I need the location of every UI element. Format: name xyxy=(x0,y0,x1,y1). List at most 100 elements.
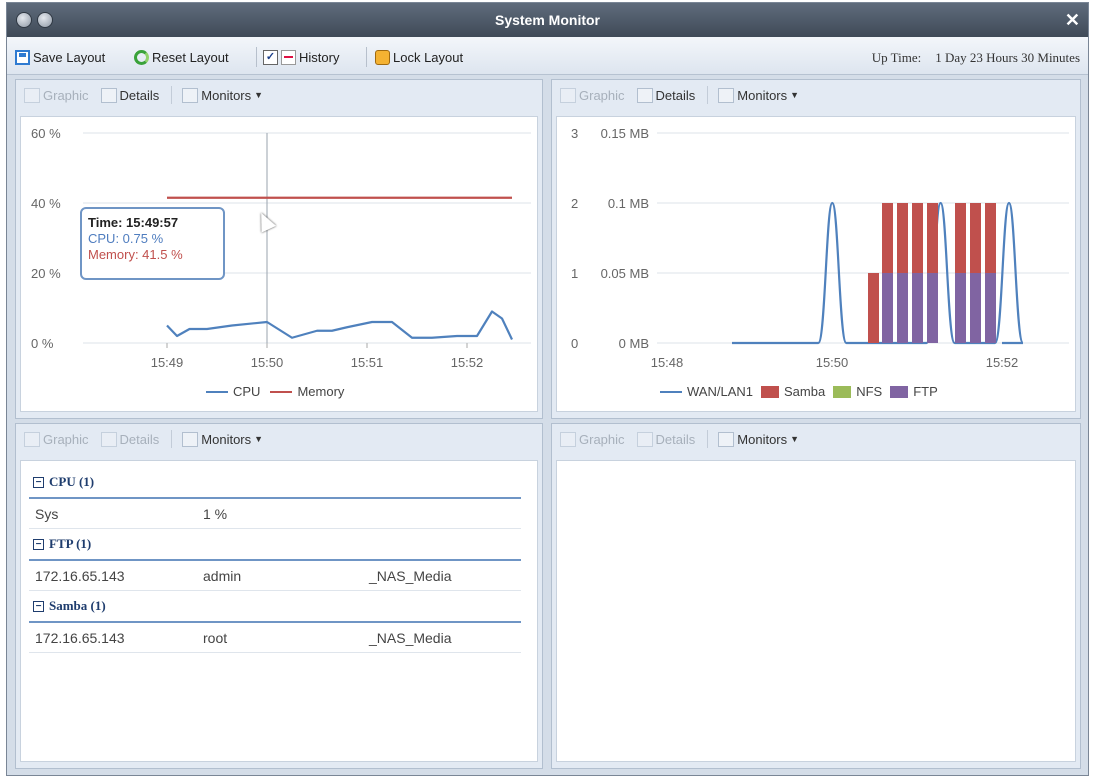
bar-samba xyxy=(955,203,966,273)
group-header-ftp[interactable]: − FTP (1) xyxy=(29,529,529,559)
y-tick-label: 0 % xyxy=(31,336,54,351)
details-icon xyxy=(636,87,653,103)
panel-separator xyxy=(707,86,709,104)
group-samba: − Samba (1) 172.16.65.143 root _NAS_Media xyxy=(29,591,529,653)
details-button[interactable]: Details xyxy=(636,87,695,103)
cell-user: root xyxy=(203,629,228,646)
cell-name: Sys xyxy=(35,505,59,522)
group-cpu: − CPU (1) Sys 1 % xyxy=(29,467,529,529)
graphic-button[interactable]: Graphic xyxy=(24,431,89,447)
chevron-down-icon: ▼ xyxy=(790,90,800,100)
cell-user: admin xyxy=(203,567,242,584)
x-tick-label: 15:51 xyxy=(351,355,384,370)
y-tick-label-right: 0 MB xyxy=(619,336,649,351)
collapse-icon[interactable]: − xyxy=(33,538,44,550)
graphic-button[interactable]: Graphic xyxy=(560,87,625,103)
panel-toolbar: Graphic Details Monitors ▼ xyxy=(16,80,542,110)
bar-samba xyxy=(912,203,923,273)
window-title: System Monitor xyxy=(494,12,600,28)
reset-layout-label: Reset Layout xyxy=(152,49,229,65)
lock-layout-button[interactable]: Lock Layout xyxy=(375,48,463,66)
legend-label-nfs: NFS xyxy=(856,384,883,399)
y-tick-label-left: 3 xyxy=(571,126,578,141)
monitors-dropdown[interactable]: Monitors ▼ xyxy=(718,431,799,447)
save-layout-label: Save Layout xyxy=(33,49,106,65)
graphic-label: Graphic xyxy=(43,87,89,103)
panel-toolbar: Graphic Details Monitors ▼ xyxy=(16,424,542,454)
reset-layout-button[interactable]: Reset Layout xyxy=(134,48,229,66)
monitors-dropdown[interactable]: Monitors ▼ xyxy=(182,431,263,447)
group-ftp: − FTP (1) 172.16.65.143 admin _NAS_Media xyxy=(29,529,529,591)
details-button[interactable]: Details xyxy=(100,87,160,103)
legend-label-ftp: FTP xyxy=(913,384,938,399)
group-header-samba[interactable]: − Samba (1) xyxy=(29,591,529,621)
legend-swatch-cpu xyxy=(206,390,228,393)
y-tick-label-left: 2 xyxy=(571,196,578,211)
x-tick-label: 15:49 xyxy=(151,355,184,370)
panel-toolbar: Graphic Details Monitors ▼ xyxy=(552,80,1080,110)
save-layout-button[interactable]: Save Layout xyxy=(15,48,105,66)
history-toggle[interactable]: ✓ History xyxy=(263,48,339,66)
legend-swatch-memory xyxy=(270,390,293,393)
details-button[interactable]: Details xyxy=(100,431,159,447)
group-title: CPU (1) xyxy=(49,474,95,489)
legend-label-memory: Memory xyxy=(297,384,345,399)
series-line-cpu xyxy=(166,310,513,340)
details-label: Details xyxy=(655,431,696,447)
bar-samba xyxy=(927,203,938,273)
cpu-memory-legend: CPU Memory xyxy=(196,384,344,399)
toolbar-separator xyxy=(366,47,367,67)
bar-ftp xyxy=(927,273,938,343)
legend-swatch-samba xyxy=(760,385,779,398)
details-label: Details xyxy=(119,87,160,103)
network-legend: WAN/LAN1 Samba NFS FTP xyxy=(650,384,938,399)
y-tick-label: 40 % xyxy=(31,196,61,211)
tooltip-cpu: CPU: 0.75 % xyxy=(88,231,164,246)
monitors-label: Monitors xyxy=(737,431,788,447)
bar-samba xyxy=(970,203,981,273)
graphic-button[interactable]: Graphic xyxy=(560,431,625,447)
save-icon xyxy=(15,49,30,65)
uptime-label: Up Time: xyxy=(871,50,922,65)
y-tick-label-left: 0 xyxy=(571,336,578,351)
legend-label-cpu: CPU xyxy=(233,384,261,399)
legend-swatch-wan xyxy=(660,390,682,393)
empty-panel: Graphic Details Monitors ▼ xyxy=(551,423,1081,769)
y-tick-label-right: 0.15 MB xyxy=(601,126,649,141)
x-tick-label: 15:52 xyxy=(986,355,1019,370)
graphic-button[interactable]: Graphic xyxy=(24,87,89,103)
collapse-icon[interactable]: − xyxy=(33,476,44,488)
checkbox-checked-icon[interactable]: ✓ xyxy=(263,49,278,65)
cell-share: _NAS_Media xyxy=(369,567,452,584)
graphic-icon xyxy=(24,87,40,103)
y-tick-label-right: 0.1 MB xyxy=(608,196,649,211)
bar-ftp xyxy=(897,273,908,343)
graphic-icon xyxy=(24,431,40,447)
cell-ip: 172.16.65.143 xyxy=(35,567,125,584)
bar-samba xyxy=(985,203,996,273)
panel-separator xyxy=(171,86,173,104)
tooltip-time: Time: 15:49:57 xyxy=(88,215,179,230)
x-tick-label: 15:48 xyxy=(651,355,684,370)
chart-tooltip: Time: 15:49:57 CPU: 0.75 % Memory: 41.5 … xyxy=(80,207,225,280)
toolbar-separator xyxy=(256,47,257,67)
x-tick-label: 15:50 xyxy=(816,355,849,370)
bar-samba xyxy=(882,203,893,273)
panel-separator xyxy=(171,430,173,448)
bar-samba xyxy=(868,273,879,343)
details-button[interactable]: Details xyxy=(636,431,696,447)
close-icon[interactable]: ✕ xyxy=(1065,10,1080,31)
network-chart: 3 0.15 MB 2 0.1 MB 1 0.05 MB 0 0 MB15:48 15:50 15… xyxy=(571,126,1069,370)
group-header-cpu[interactable]: − CPU (1) xyxy=(29,467,529,497)
monitors-dropdown[interactable]: Monitors ▼ xyxy=(182,87,264,103)
chevron-down-icon: ▼ xyxy=(254,90,264,100)
graphic-label: Graphic xyxy=(43,431,89,447)
y-tick-label-right: 0.05 MB xyxy=(601,266,649,281)
y-tick-label-left: 1 xyxy=(571,266,578,281)
chart-area: 3 0.15 MB 2 0.1 MB 1 0.05 MB 0 0 MB 15:48 15:50 15… xyxy=(556,116,1076,412)
graphic-icon xyxy=(560,431,576,447)
collapse-icon[interactable]: − xyxy=(33,600,44,612)
monitors-dropdown[interactable]: Monitors ▼ xyxy=(718,87,800,103)
table-row: Sys 1 % xyxy=(29,499,521,529)
toolbar: Save Layout Reset Layout ✓ History Lock … xyxy=(7,37,1088,75)
